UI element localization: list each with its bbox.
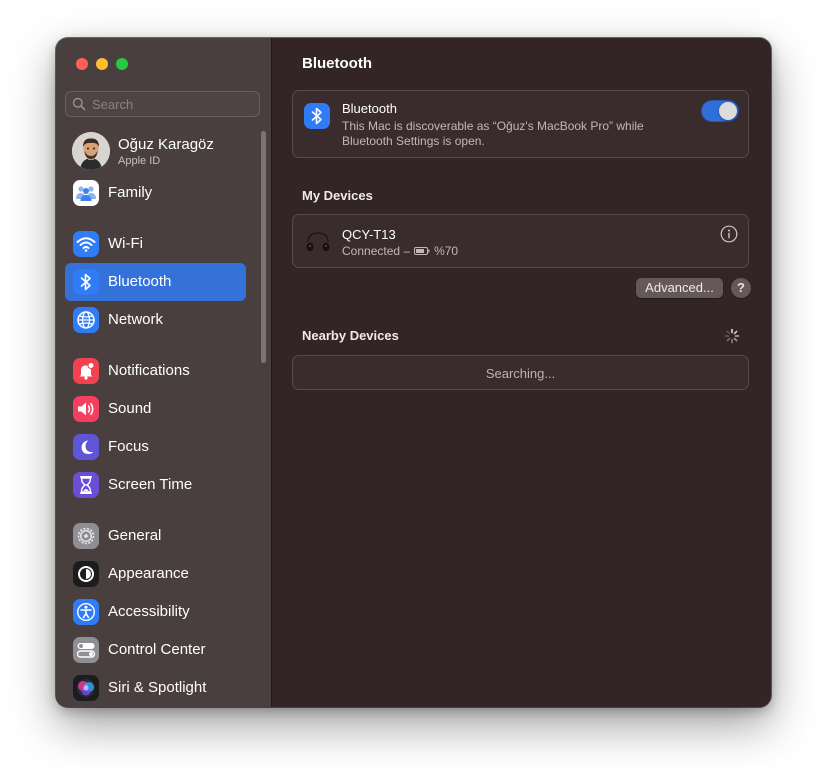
device-status: Connected – %70 bbox=[342, 244, 458, 258]
sidebar-item-label: Appearance bbox=[108, 565, 189, 582]
nearby-devices-heading: Nearby Devices bbox=[302, 328, 399, 343]
nearby-devices-list: Searching... bbox=[292, 355, 749, 390]
sidebar-item-family[interactable]: Family bbox=[65, 174, 246, 212]
bluetooth-description: This Mac is discoverable as “Oğuz's MacB… bbox=[342, 119, 644, 148]
settings-window: Oğuz Karagöz Apple ID Family bbox=[56, 38, 771, 707]
advanced-button[interactable]: Advanced... bbox=[636, 278, 723, 298]
sidebar-item-label: Control Center bbox=[108, 641, 206, 658]
bluetooth-icon bbox=[73, 269, 99, 295]
moon-icon bbox=[73, 434, 99, 460]
apple-id-label: Apple ID bbox=[118, 155, 161, 167]
sidebar-item-label: Sound bbox=[108, 400, 152, 417]
sidebar-scrollbar[interactable] bbox=[261, 131, 266, 363]
sidebar-item-focus[interactable]: Focus bbox=[65, 428, 246, 466]
device-name: QCY-T13 bbox=[342, 227, 396, 242]
sidebar-item-screen-time[interactable]: Screen Time bbox=[65, 466, 246, 504]
sidebar-item-label: Notifications bbox=[108, 362, 190, 379]
connection-status: Connected – bbox=[342, 244, 411, 258]
sidebar-item-siri-spotlight[interactable]: Siri & Spotlight bbox=[65, 669, 246, 707]
bluetooth-card: Bluetooth This Mac is discoverable as “O… bbox=[292, 90, 749, 158]
sidebar-item-wifi[interactable]: Wi-Fi bbox=[65, 225, 246, 263]
sidebar-item-label: Screen Time bbox=[108, 476, 193, 493]
bluetooth-icon bbox=[304, 103, 330, 129]
main-content: Bluetooth Bluetooth This Mac is discover… bbox=[272, 38, 771, 707]
sidebar-item-notifications[interactable]: Notifications bbox=[65, 352, 246, 390]
sidebar-item-appearance[interactable]: Appearance bbox=[65, 555, 246, 593]
hourglass-icon bbox=[73, 472, 99, 498]
wifi-icon bbox=[73, 231, 99, 257]
help-button[interactable]: ? bbox=[731, 278, 751, 298]
sidebar-item-label: Family bbox=[108, 184, 153, 201]
speaker-icon bbox=[73, 396, 99, 422]
sidebar-item-label: General bbox=[108, 527, 162, 544]
sidebar-item-general[interactable]: General bbox=[65, 517, 246, 555]
sidebar-item-control-center[interactable]: Control Center bbox=[65, 631, 246, 669]
search-icon bbox=[72, 97, 86, 111]
my-devices-heading: My Devices bbox=[302, 188, 373, 203]
minimize-window-button[interactable] bbox=[96, 58, 108, 70]
battery-level: %70 bbox=[434, 244, 459, 258]
user-name[interactable]: Oğuz Karagöz bbox=[118, 136, 214, 153]
searching-status: Searching... bbox=[485, 366, 556, 381]
loading-spinner-icon bbox=[724, 328, 740, 344]
globe-icon bbox=[73, 307, 99, 333]
info-icon[interactable] bbox=[720, 225, 738, 243]
sidebar-item-network[interactable]: Network bbox=[65, 301, 246, 339]
page-title: Bluetooth bbox=[302, 55, 372, 72]
sidebar-item-bluetooth[interactable]: Bluetooth bbox=[65, 263, 246, 301]
gear-icon bbox=[73, 523, 99, 549]
sidebar-item-sound[interactable]: Sound bbox=[65, 390, 246, 428]
close-window-button[interactable] bbox=[76, 58, 88, 70]
earbuds-icon bbox=[306, 232, 330, 252]
appearance-icon bbox=[73, 561, 99, 587]
avatar[interactable] bbox=[72, 132, 110, 170]
bell-icon bbox=[73, 358, 99, 384]
sidebar-item-label: Accessibility bbox=[108, 603, 190, 620]
sidebar-item-accessibility[interactable]: Accessibility bbox=[65, 593, 246, 631]
search-field[interactable] bbox=[65, 91, 260, 117]
sidebar-item-label: Bluetooth bbox=[108, 273, 172, 290]
sidebar-item-label: Network bbox=[108, 311, 164, 328]
sidebar: Oğuz Karagöz Apple ID Family bbox=[56, 38, 272, 707]
battery-icon bbox=[414, 247, 430, 255]
search-input[interactable] bbox=[92, 95, 252, 113]
siri-icon bbox=[73, 675, 99, 701]
family-icon bbox=[73, 180, 99, 206]
toggle-knob bbox=[719, 102, 737, 120]
zoom-window-button[interactable] bbox=[116, 58, 128, 70]
bluetooth-title: Bluetooth bbox=[342, 101, 397, 116]
accessibility-icon bbox=[73, 599, 99, 625]
device-row[interactable]: QCY-T13 Connected – %70 bbox=[292, 214, 749, 268]
sidebar-item-label: Wi-Fi bbox=[108, 235, 143, 252]
sidebar-item-label: Siri & Spotlight bbox=[108, 679, 207, 696]
bluetooth-toggle[interactable] bbox=[701, 100, 739, 122]
sidebar-item-label: Focus bbox=[108, 438, 149, 455]
toggles-icon bbox=[73, 637, 99, 663]
